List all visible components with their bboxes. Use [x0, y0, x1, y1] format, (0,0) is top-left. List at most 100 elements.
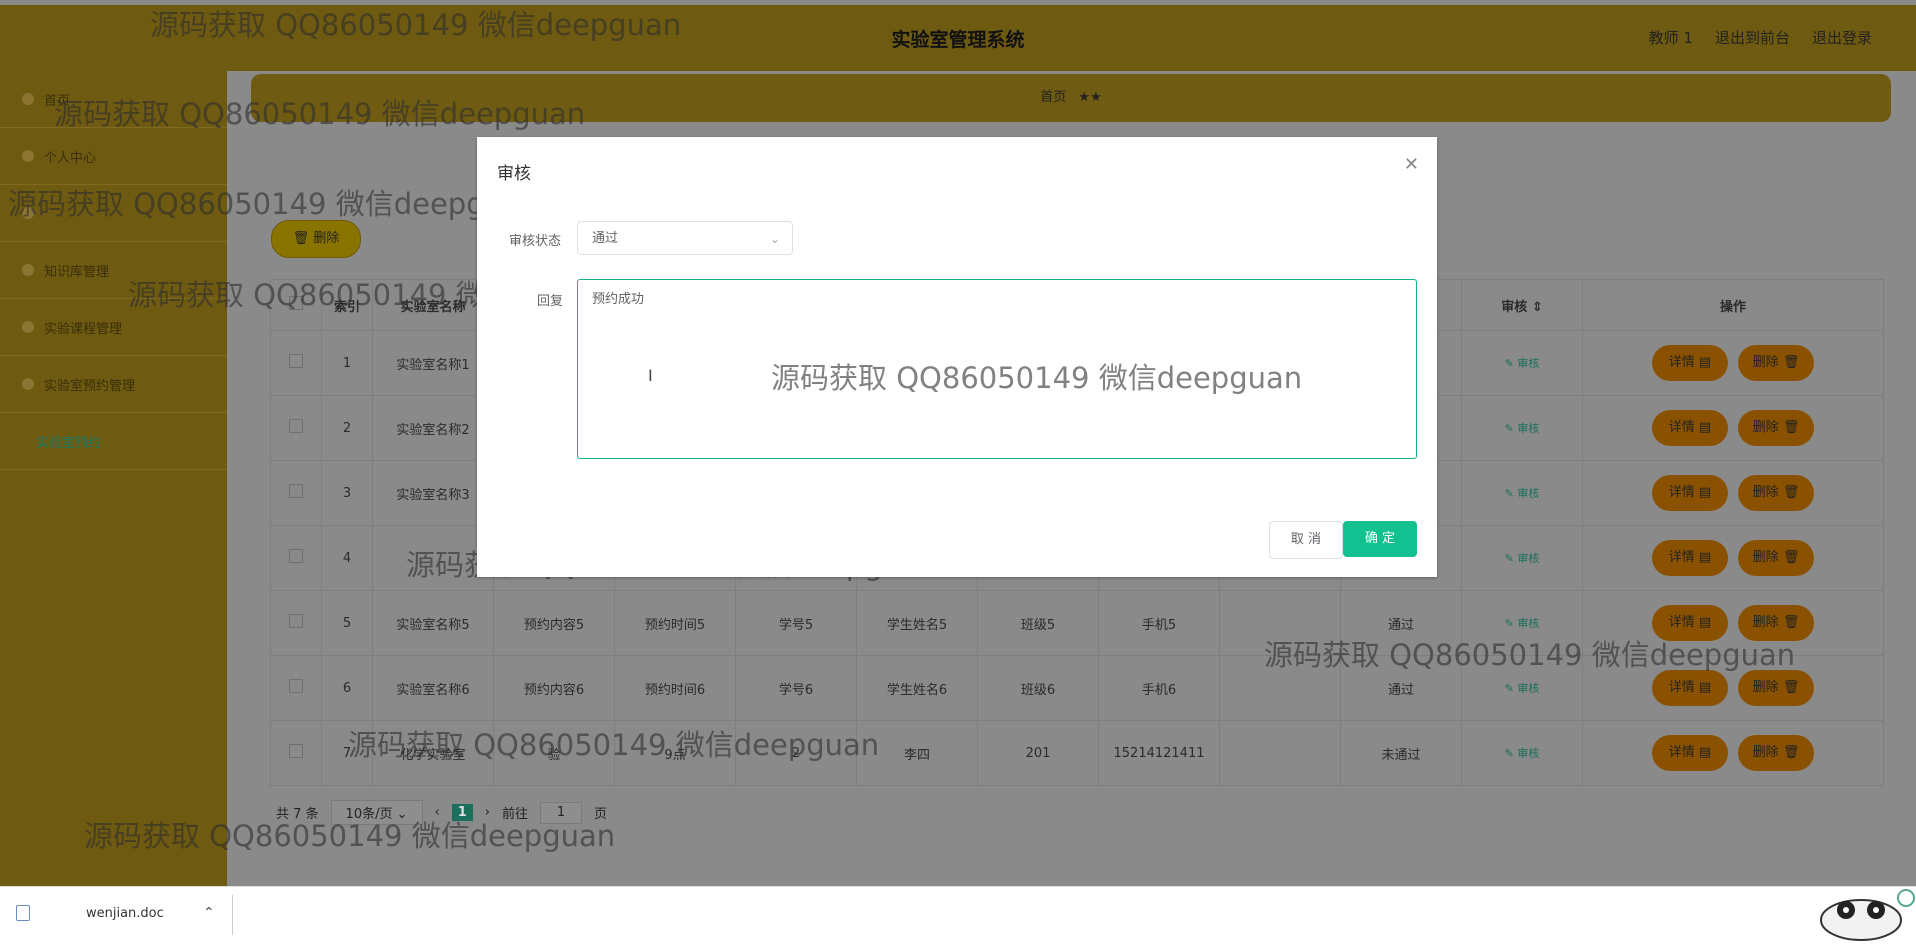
cell-content: 预约内容5 [493, 590, 615, 656]
sidebar-item-reservation[interactable]: 实验室预约管理 [0, 356, 227, 413]
row-checkbox[interactable] [289, 614, 303, 628]
reply-textarea[interactable]: 预约成功 [577, 279, 1417, 459]
audit-link[interactable]: ✎ 审核 [1505, 552, 1540, 565]
delete-button[interactable]: 删除 🗑 [1738, 670, 1814, 706]
exit-to-front-link[interactable]: 退出到前台 [1715, 27, 1790, 48]
col-audit[interactable]: 审核 ⇕ [1461, 279, 1583, 331]
dialog-title: 审核 [497, 164, 531, 184]
row-checkbox[interactable] [289, 419, 303, 433]
current-user: 教师 1 [1648, 29, 1693, 47]
status-select-value: 通过 [592, 231, 619, 246]
cancel-button[interactable]: 取 消 [1269, 521, 1343, 559]
audit-link-label: 审核 [1517, 682, 1540, 695]
trash-icon: 🗑 [292, 231, 310, 246]
sidebar-item-3[interactable] [0, 185, 227, 242]
page-number-current[interactable]: 1 [451, 804, 473, 821]
page-size-select[interactable]: 10条/页 ⌄ [330, 800, 423, 825]
detail-button[interactable]: 详情 ▤ [1652, 345, 1728, 381]
breadcrumb-home[interactable]: 首页 [1040, 90, 1066, 105]
row-checkbox-cell [270, 525, 322, 591]
goto-suffix: 页 [594, 807, 608, 822]
select-all-checkbox[interactable] [289, 296, 303, 310]
row-checkbox[interactable] [289, 744, 303, 758]
row-checkbox-cell [270, 460, 322, 526]
delete-button[interactable]: 删除 🗑 [1738, 410, 1814, 446]
detail-button[interactable]: 详情 ▤ [1652, 475, 1728, 511]
detail-button[interactable]: 详情 ▤ [1652, 605, 1728, 641]
audit-link[interactable]: ✎ 审核 [1505, 682, 1540, 695]
edit-icon: ✎ [1504, 357, 1514, 370]
audit-link[interactable]: ✎ 审核 [1505, 422, 1540, 435]
cell-empty [1219, 655, 1341, 721]
download-item[interactable]: wenjian.doc [16, 905, 164, 921]
prev-page-icon[interactable]: ‹ [435, 805, 440, 820]
sidebar: 首页 个人中心 知识库管理 实验课程管理 实验室预约管理 实验室预约 [0, 71, 227, 886]
detail-button[interactable]: 详情 ▤ [1652, 540, 1728, 576]
confirm-button[interactable]: 确 定 [1343, 521, 1417, 557]
audit-link[interactable]: ✎ 审核 [1505, 487, 1540, 500]
goto-page-input[interactable]: 1 [540, 801, 582, 824]
next-page-icon[interactable]: › [485, 805, 490, 820]
cell-lab-name: 实验室名称2 [372, 395, 494, 461]
detail-button-label: 详情 [1668, 550, 1695, 565]
cell-lab-name: 实验室名称3 [372, 460, 494, 526]
row-checkbox[interactable] [289, 549, 303, 563]
detail-button[interactable]: 详情 ▤ [1652, 410, 1728, 446]
delete-button-label: 删除 [1752, 680, 1779, 695]
cell-actions: 详情 ▤ 删除 🗑 [1582, 655, 1884, 721]
cell-empty [1219, 720, 1341, 786]
cell-audit: ✎ 审核 [1461, 330, 1583, 396]
row-checkbox[interactable] [289, 679, 303, 693]
cell-index: 5 [321, 590, 373, 656]
bulk-delete-label: 删除 [313, 231, 340, 246]
status-select[interactable]: 通过 ⌄ [577, 221, 793, 255]
cell-index: 3 [321, 460, 373, 526]
delete-button[interactable]: 删除 🗑 [1738, 735, 1814, 771]
cell-class: 201 [977, 720, 1099, 786]
bulk-delete-button[interactable]: 🗑 删除 [271, 220, 361, 258]
sidebar-subitem-reservation[interactable]: 实验室预约 [0, 413, 227, 470]
delete-button[interactable]: 删除 🗑 [1738, 345, 1814, 381]
sidebar-item-knowledge[interactable]: 知识库管理 [0, 242, 227, 299]
cell-time: 9点 [614, 720, 736, 786]
status-label: 审核状态 [509, 234, 562, 249]
cell-actions: 详情 ▤ 删除 🗑 [1582, 590, 1884, 656]
sidebar-item-home[interactable]: 首页 [0, 71, 227, 128]
delete-button[interactable]: 删除 🗑 [1738, 475, 1814, 511]
cell-audit: ✎ 审核 [1461, 525, 1583, 591]
sidebar-item-profile[interactable]: 个人中心 [0, 128, 227, 185]
row-checkbox[interactable] [289, 484, 303, 498]
sidebar-item-courses[interactable]: 实验课程管理 [0, 299, 227, 356]
detail-button[interactable]: 详情 ▤ [1652, 670, 1728, 706]
audit-link-label: 审核 [1517, 747, 1540, 760]
cell-phone: 15214121411 [1098, 720, 1220, 786]
sort-icon[interactable]: ⇕ [1532, 300, 1543, 315]
cell-class: 班级5 [977, 590, 1099, 656]
close-icon[interactable]: ✕ [1404, 154, 1419, 175]
delete-button[interactable]: 删除 🗑 [1738, 540, 1814, 576]
delete-button[interactable]: 删除 🗑 [1738, 605, 1814, 641]
text-cursor-icon: I [648, 366, 653, 385]
audit-link[interactable]: ✎ 审核 [1505, 617, 1540, 630]
col-lab-name: 实验室名称 [372, 279, 494, 331]
cell-student-name: 学生姓名6 [856, 655, 978, 721]
chevron-up-icon[interactable]: ⌃ [203, 905, 215, 921]
audit-link[interactable]: ✎ 审核 [1505, 747, 1540, 760]
audit-dialog: 审核 ✕ 审核状态 通过 ⌄ 回复 预约成功 I 源码获取 QQ86050149… [477, 137, 1437, 577]
row-checkbox-cell [270, 655, 322, 721]
row-checkbox-cell [270, 720, 322, 786]
audit-link[interactable]: ✎ 审核 [1505, 357, 1540, 370]
home-icon [22, 93, 34, 105]
cell-student-id: 2 [735, 720, 857, 786]
cell-lab-name [372, 525, 494, 591]
detail-button-label: 详情 [1668, 420, 1695, 435]
logout-link[interactable]: 退出登录 [1812, 27, 1872, 48]
row-checkbox[interactable] [289, 354, 303, 368]
detail-button-label: 详情 [1668, 745, 1695, 760]
edit-icon: ✎ [1504, 422, 1514, 435]
audit-link-label: 审核 [1517, 422, 1540, 435]
delete-button-label: 删除 [1752, 485, 1779, 500]
cell-actions: 详情 ▤ 删除 🗑 [1582, 720, 1884, 786]
detail-button[interactable]: 详情 ▤ [1652, 735, 1728, 771]
select-all-checkbox-cell [270, 279, 322, 331]
